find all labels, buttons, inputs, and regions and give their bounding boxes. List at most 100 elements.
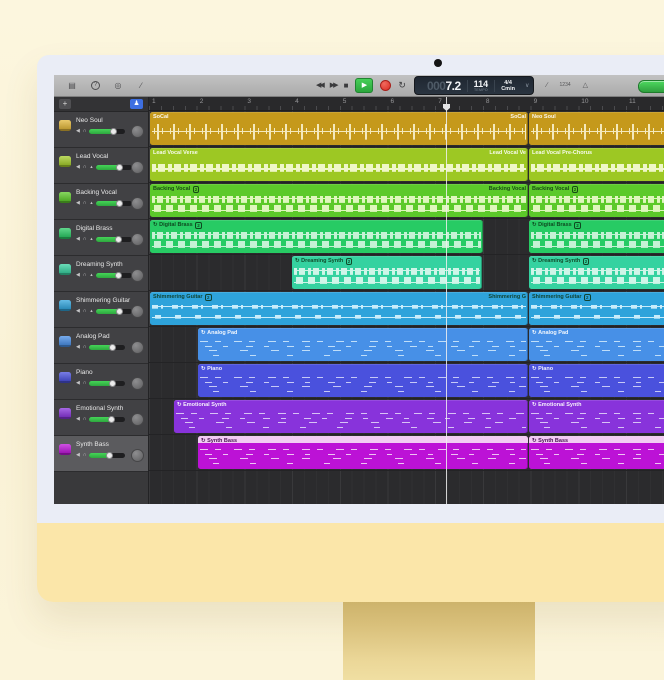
- region-lead-vocal-pre-chorus[interactable]: Lead Vocal Pre-Chorus: [529, 148, 664, 181]
- volume-slider[interactable]: [96, 237, 132, 242]
- master-volume-slider[interactable]: [638, 80, 664, 93]
- track-lane-dreaming-synth[interactable]: ↻Dreaming Synth2 ↻Dreaming Synth2: [149, 255, 664, 291]
- region-analog-pad[interactable]: ↻Analog Pad: [529, 328, 664, 361]
- track-header-shimmering-guitar[interactable]: Shimmering Guitar◀∩▲: [54, 292, 148, 328]
- track-header-neo-soul[interactable]: Neo Soul◀∩: [54, 112, 148, 148]
- solo-button[interactable]: ∩: [83, 272, 87, 278]
- solo-button[interactable]: ∩: [83, 308, 87, 314]
- solo-button[interactable]: ∩: [83, 380, 87, 386]
- mute-button[interactable]: ◀: [76, 236, 80, 242]
- mute-button[interactable]: ◀: [76, 344, 80, 350]
- volume-slider[interactable]: [89, 129, 125, 134]
- region-synth-bass[interactable]: ↻Synth Bass: [198, 436, 528, 469]
- track-lane-digital-brass[interactable]: ↻Digital Brass2↻Digital Brass2: [149, 219, 664, 255]
- region-digital-brass[interactable]: ↻Digital Brass2: [150, 220, 483, 253]
- mute-button[interactable]: ◀: [76, 128, 80, 134]
- solo-button[interactable]: ∩: [83, 452, 87, 458]
- track-lane-piano[interactable]: ↻Piano↻Piano: [149, 363, 664, 399]
- pan-knob[interactable]: [131, 269, 144, 282]
- tuner-icon[interactable]: ∕: [546, 82, 547, 89]
- region-piano[interactable]: ↻Piano: [529, 364, 664, 397]
- mute-button[interactable]: ◀: [76, 272, 80, 278]
- monitor-button[interactable]: ▲: [89, 164, 93, 170]
- monitor-button[interactable]: ▲: [89, 308, 93, 314]
- chevron-down-icon[interactable]: ∨: [525, 82, 529, 89]
- mute-button[interactable]: ◀: [76, 416, 80, 422]
- region-socal[interactable]: SoCalSoCal: [150, 112, 528, 145]
- region-shimmering-guitar[interactable]: Shimmering Guitar2Shimmering G: [150, 292, 528, 325]
- volume-thumb[interactable]: [109, 380, 116, 387]
- pan-knob[interactable]: [131, 413, 144, 426]
- play-button[interactable]: ▶: [355, 78, 373, 93]
- track-header-analog-pad[interactable]: Analog Pad◀∩: [54, 328, 148, 364]
- monitor-button[interactable]: ▲: [89, 200, 93, 206]
- mute-button[interactable]: ◀: [76, 380, 80, 386]
- track-header-emotional-synth[interactable]: Emotional Synth◀∩: [54, 400, 148, 436]
- volume-slider[interactable]: [89, 345, 125, 350]
- pan-knob[interactable]: [131, 233, 144, 246]
- track-header-digital-brass[interactable]: Digital Brass◀∩▲: [54, 220, 148, 256]
- volume-slider[interactable]: [89, 417, 125, 422]
- volume-thumb[interactable]: [108, 416, 115, 423]
- track-lane-lead-vocal[interactable]: Lead Vocal VerseLead Vocal VeLead Vocal …: [149, 147, 664, 183]
- track-lane-backing-vocal[interactable]: Backing Vocal2Backing VocalBacking Vocal…: [149, 183, 664, 219]
- monitor-button[interactable]: ▲: [89, 272, 93, 278]
- region-dreaming-synth[interactable]: ↻Dreaming Synth2: [292, 256, 482, 289]
- solo-button[interactable]: ∩: [83, 128, 87, 134]
- library-icon[interactable]: ▤: [67, 82, 77, 90]
- stop-button[interactable]: ■: [344, 82, 349, 90]
- solo-button[interactable]: ∩: [83, 200, 87, 206]
- pan-knob[interactable]: [131, 197, 144, 210]
- forward-button[interactable]: ▶▶: [330, 82, 337, 89]
- bar-ruler[interactable]: 1234567891011: [149, 97, 664, 111]
- track-lane-analog-pad[interactable]: ↻Analog Pad↻Analog Pad: [149, 327, 664, 363]
- solo-button[interactable]: ∩: [83, 236, 87, 242]
- track-lane-neo-soul[interactable]: SoCalSoCalNeo Soul: [149, 111, 664, 147]
- pan-knob[interactable]: [131, 125, 144, 138]
- region-emotional-synth[interactable]: ↻Emotional Synth: [174, 400, 528, 433]
- volume-thumb[interactable]: [109, 344, 116, 351]
- volume-slider[interactable]: [96, 165, 132, 170]
- volume-thumb[interactable]: [116, 308, 123, 315]
- track-header-piano[interactable]: Piano◀∩: [54, 364, 148, 400]
- region-synth-bass[interactable]: ↻Synth Bass: [529, 436, 664, 469]
- track-header-lead-vocal[interactable]: Lead Vocal◀∩▲: [54, 148, 148, 184]
- volume-thumb[interactable]: [110, 128, 117, 135]
- region-backing-vocal[interactable]: Backing Vocal2Backing Vocal: [150, 184, 528, 217]
- pan-knob[interactable]: [131, 305, 144, 318]
- track-lane-synth-bass[interactable]: ↻Synth Bass↻Synth Bass: [149, 435, 664, 471]
- pan-knob[interactable]: [131, 449, 144, 462]
- volume-slider[interactable]: [89, 381, 125, 386]
- mute-button[interactable]: ◀: [76, 452, 80, 458]
- count-in-icon[interactable]: 1234: [560, 83, 571, 88]
- region-piano[interactable]: ↻Piano: [198, 364, 528, 397]
- solo-button[interactable]: ∩: [83, 416, 87, 422]
- pan-knob[interactable]: [131, 161, 144, 174]
- playhead-line[interactable]: [446, 97, 447, 504]
- region-neo-soul[interactable]: Neo Soul: [529, 112, 664, 145]
- metronome-icon[interactable]: △: [583, 82, 588, 89]
- mute-button[interactable]: ◀: [76, 164, 80, 170]
- rewind-button[interactable]: ◀◀: [316, 82, 323, 89]
- cycle-button[interactable]: ↻: [398, 81, 406, 90]
- solo-button[interactable]: ∩: [83, 344, 87, 350]
- volume-slider[interactable]: [96, 201, 132, 206]
- volume-thumb[interactable]: [106, 452, 113, 459]
- region-dreaming-synth[interactable]: ↻Dreaming Synth2: [529, 256, 664, 289]
- volume-slider[interactable]: [96, 309, 132, 314]
- editor-icon[interactable]: ∕: [136, 82, 146, 90]
- lcd-display[interactable]: 000 7.2 114 TEMPO 4/4 Cmin ∨: [414, 76, 534, 95]
- track-header-backing-vocal[interactable]: Backing Vocal◀∩▲: [54, 184, 148, 220]
- add-track-button[interactable]: +: [59, 99, 71, 109]
- track-options-button[interactable]: ♟: [130, 99, 143, 109]
- monitor-button[interactable]: ▲: [89, 236, 93, 242]
- volume-thumb[interactable]: [115, 236, 122, 243]
- track-lane-emotional-synth[interactable]: ↻Emotional Synth↻Emotional Synth: [149, 399, 664, 435]
- region-shimmering-guitar[interactable]: Shimmering Guitar2: [529, 292, 664, 325]
- volume-thumb[interactable]: [115, 272, 122, 279]
- region-backing-vocal[interactable]: Backing Vocal2: [529, 184, 664, 217]
- quick-help-icon[interactable]: ?: [91, 81, 100, 90]
- volume-thumb[interactable]: [116, 200, 123, 207]
- region-emotional-synth[interactable]: ↻Emotional Synth: [529, 400, 664, 433]
- pan-knob[interactable]: [131, 377, 144, 390]
